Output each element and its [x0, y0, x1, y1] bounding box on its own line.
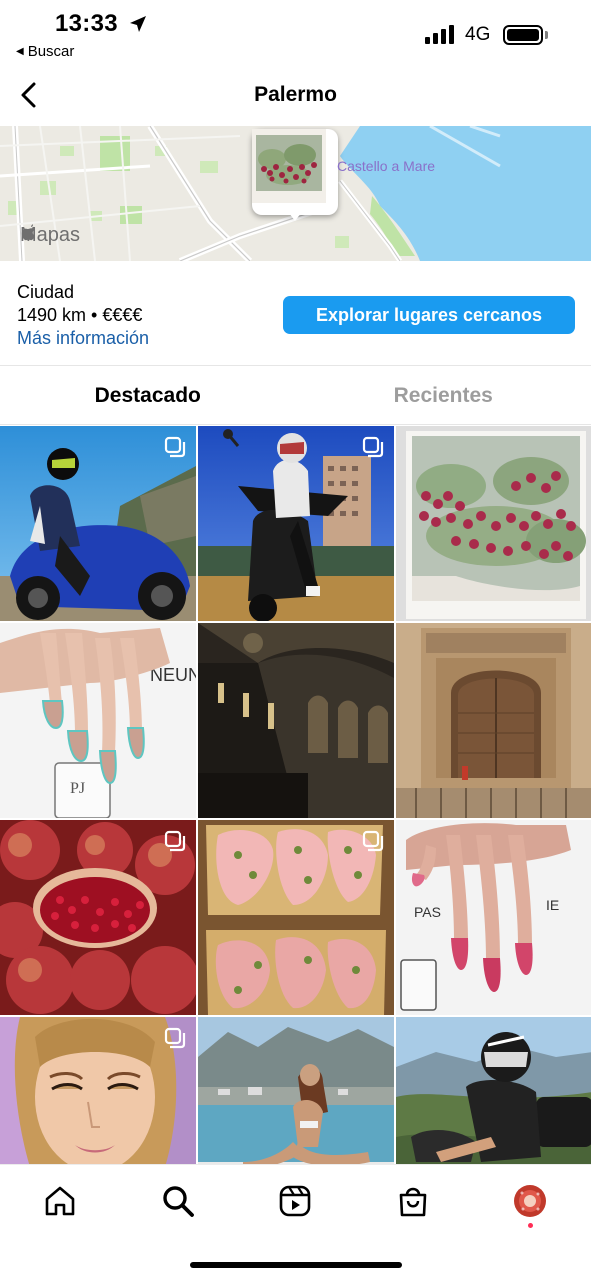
grid-post[interactable]: PAS IE	[396, 820, 591, 1015]
battery-icon	[503, 25, 543, 45]
location-distance-price: 1490 km • €€€€	[17, 305, 143, 325]
grid-post[interactable]: NEUN PJ	[0, 623, 196, 818]
grid-post[interactable]	[198, 426, 394, 621]
home-indicator	[190, 1262, 402, 1268]
map-pin-tail	[289, 213, 301, 221]
map-pin-thumbnail[interactable]	[252, 129, 338, 215]
nav-header: Palermo	[0, 68, 591, 124]
multi-photo-icon	[164, 436, 186, 458]
network-type: 4G	[465, 24, 491, 45]
tab-home[interactable]	[42, 1183, 78, 1219]
home-icon	[45, 1186, 75, 1216]
svg-text:IE: IE	[546, 897, 559, 913]
more-info-link[interactable]: Más información	[17, 328, 149, 349]
multi-photo-icon	[164, 830, 186, 852]
grid-post[interactable]	[396, 1017, 591, 1164]
tab-shop[interactable]	[395, 1183, 431, 1219]
feed-tabs: Destacado Recientes	[0, 367, 591, 425]
post-image	[396, 623, 591, 818]
map-place-label: Castello a Mare	[337, 158, 436, 174]
grid-post[interactable]	[0, 1017, 196, 1164]
post-grid: NEUN PJ PAS IE	[0, 426, 591, 1164]
pin-photo	[252, 129, 326, 203]
location-category: Ciudad	[17, 282, 75, 302]
grid-post[interactable]	[396, 426, 591, 621]
explore-nearby-button[interactable]: Explorar lugares cercanos	[283, 296, 575, 334]
tab-recientes[interactable]: Recientes	[296, 367, 591, 424]
back-triangle-icon: ◀	[16, 46, 24, 57]
notification-dot	[528, 1223, 533, 1228]
location-arrow-icon	[130, 16, 146, 32]
post-image	[198, 1017, 394, 1164]
reels-icon	[279, 1185, 311, 1217]
signal-icon	[425, 24, 454, 44]
profile-avatar	[514, 1185, 546, 1217]
tab-destacado[interactable]: Destacado	[0, 367, 296, 424]
grid-post[interactable]	[198, 820, 394, 1015]
multi-photo-icon	[362, 830, 384, 852]
shop-icon	[399, 1187, 427, 1217]
battery-cap	[545, 31, 548, 39]
search-icon	[163, 1186, 194, 1217]
grid-post[interactable]	[198, 1017, 394, 1164]
maps-brand: Mapas	[20, 224, 80, 247]
grid-post[interactable]	[0, 426, 196, 621]
status-bar: 13:33 ◀ Buscar 4G	[0, 0, 591, 68]
tab-search[interactable]	[160, 1183, 196, 1219]
grid-post[interactable]	[198, 623, 394, 818]
status-time: 13:33	[55, 10, 118, 37]
location-info: Ciudad 1490 km • €€€€ Más información Ex…	[0, 262, 591, 366]
svg-text:PAS: PAS	[414, 904, 441, 920]
post-image	[198, 623, 394, 818]
grid-post[interactable]	[0, 820, 196, 1015]
post-image: NEUN PJ	[0, 623, 196, 818]
page-title: Palermo	[254, 83, 337, 106]
tab-profile[interactable]	[512, 1183, 548, 1219]
grid-post[interactable]	[396, 623, 591, 818]
back-app-label: Buscar	[27, 43, 75, 60]
tab-reels[interactable]	[277, 1183, 313, 1219]
apple-logo-icon	[21, 224, 35, 241]
post-image	[396, 1017, 591, 1164]
multi-photo-icon	[362, 436, 384, 458]
svg-text:PJ: PJ	[70, 780, 85, 797]
post-image: PAS IE	[396, 820, 591, 1015]
post-image	[396, 426, 591, 621]
multi-photo-icon	[164, 1027, 186, 1049]
back-to-app[interactable]: ◀ Buscar	[16, 43, 74, 60]
location-map[interactable]: Castello a Mare Mapas	[0, 126, 591, 261]
